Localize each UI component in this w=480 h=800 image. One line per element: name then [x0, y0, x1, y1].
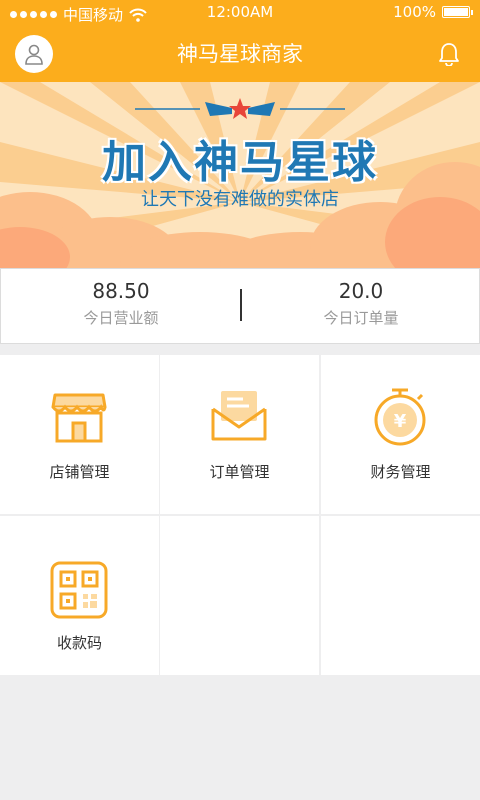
menu-empty-cell: [321, 516, 480, 675]
page-title: 神马星球商家: [177, 42, 303, 66]
revenue-label: 今日营业额: [83, 309, 159, 327]
promo-banner[interactable]: 加入神马星球 让天下没有难做的实体店: [0, 82, 480, 268]
stats-panel: 88.50 今日营业额 20.0 今日订单量: [0, 268, 480, 344]
revenue-stat: 88.50 今日营业额: [1, 269, 241, 345]
bell-icon[interactable]: [438, 42, 460, 66]
revenue-value: 88.50: [92, 279, 150, 303]
menu-item-label: 店铺管理: [49, 463, 110, 481]
orders-value: 20.0: [338, 279, 384, 303]
battery-percent: 100%: [393, 3, 436, 21]
menu-empty-cell: [160, 516, 319, 675]
menu-item-label: 订单管理: [209, 463, 270, 481]
menu-item-orders[interactable]: 订单管理: [160, 355, 319, 514]
banner-subline: 让天下没有难做的实体店: [141, 189, 339, 210]
order-envelope-icon: [211, 391, 267, 441]
qr-code-icon: [50, 561, 108, 619]
menu-item-finance[interactable]: ¥ 财务管理: [321, 355, 480, 514]
battery-icon: [442, 6, 473, 18]
menu-item-label: 财务管理: [370, 463, 431, 481]
shop-icon: [51, 393, 107, 443]
orders-stat: 20.0 今日订单量: [241, 269, 480, 345]
menu-item-label: 收款码: [56, 634, 102, 652]
svg-text:¥: ¥: [394, 411, 407, 432]
status-bar: 中国移动 12:00AM 100%: [0, 0, 480, 26]
finance-yuan-icon: ¥: [374, 388, 426, 446]
menu-item-shop[interactable]: 店铺管理: [0, 355, 159, 514]
nav-bar: 神马星球商家: [0, 26, 480, 82]
orders-label: 今日订单量: [323, 309, 399, 327]
banner-headline: 加入神马星球: [102, 137, 378, 188]
menu-item-qrcode[interactable]: 收款码: [0, 516, 159, 675]
